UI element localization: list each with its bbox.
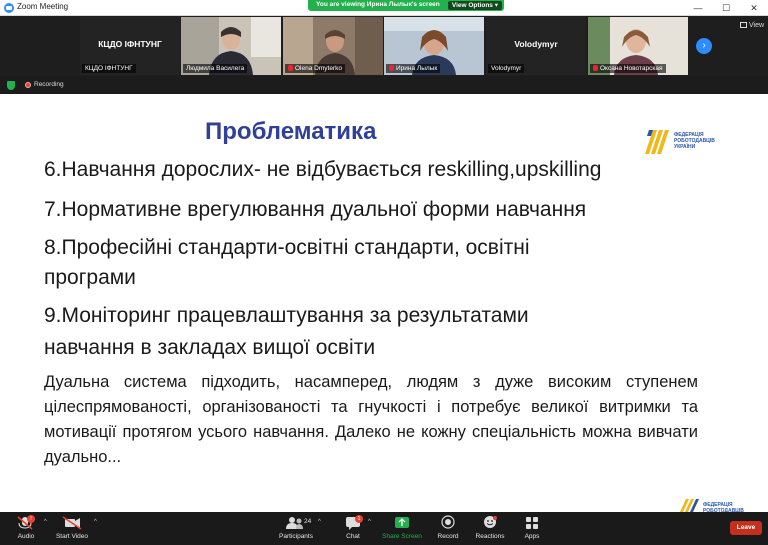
shared-screen-slide: Проблематика ФЕДЕРАЦІЯ РОБОТОДАВЦІВ УКРА…	[0, 94, 768, 514]
slide-item-9-continued: навчання в закладах вищої освіти	[44, 336, 376, 359]
share-screen-icon	[395, 517, 409, 528]
participants-options-caret-icon[interactable]: ^	[318, 519, 321, 525]
participants-count: 24	[304, 518, 312, 525]
participant-tile-active-speaker[interactable]: Людмила Василега	[181, 17, 281, 75]
audio-badge: !	[27, 515, 35, 523]
federation-logo-icon	[645, 130, 669, 154]
participant-display-name: КЦДО ІФНТУНГ	[98, 39, 162, 49]
minimize-icon[interactable]: —	[684, 0, 712, 16]
video-options-caret-icon[interactable]: ^	[94, 519, 97, 525]
participant-label: КЦДО ІФНТУНГ	[82, 64, 136, 73]
participant-label: Ирина Лылык	[386, 64, 441, 73]
participants-icon	[286, 517, 303, 529]
share-screen-button[interactable]: Share Screen	[376, 515, 428, 540]
slide-item-8-continued: програми	[44, 266, 136, 289]
participant-tile[interactable]: Volodymyr Volodymyr	[486, 17, 586, 75]
federation-footer-logo-icon	[680, 499, 699, 512]
leave-button[interactable]: Leave	[730, 521, 762, 535]
meeting-toolbar: ! Audio ^ Start Video ^ 24 Participants …	[0, 512, 768, 545]
maximize-icon[interactable]: ☐	[712, 0, 740, 16]
participant-display-name: Volodymyr	[514, 39, 558, 49]
slide-title: Проблематика	[205, 118, 377, 145]
slide-item-6: 6.Навчання дорослих- не відбувається res…	[44, 158, 602, 181]
participant-label: Оксана Новотарская	[590, 64, 666, 73]
muted-mic-icon	[593, 65, 598, 71]
recording-icon	[25, 82, 31, 88]
video-off-icon	[62, 516, 82, 530]
apps-button[interactable]: Apps	[506, 515, 558, 540]
window-title: Zoom Meeting	[17, 2, 69, 11]
slide-item-9: 9.Моніторинг працевлаштування за результ…	[44, 304, 529, 327]
slide-item-8: 8.Професійні стандарти-освітні стандарти…	[44, 236, 530, 259]
view-button[interactable]: View	[740, 22, 764, 29]
participant-label: Olena Dmyterko	[285, 64, 345, 73]
participant-gallery: КЦДО ІФНТУНГ КЦДО ІФНТУНГ Людмила Василе…	[0, 16, 768, 76]
muted-mic-icon	[288, 65, 293, 71]
muted-mic-icon	[389, 65, 394, 71]
participant-tile[interactable]: Оксана Новотарская	[588, 17, 688, 75]
shield-check-icon[interactable]	[7, 81, 15, 90]
screen-share-banner: You are viewing Ирина Лылык's screen Vie…	[308, 0, 504, 11]
slide-item-7: 7.Нормативне врегулювання дуальної форми…	[44, 198, 587, 221]
start-video-button[interactable]: Start Video	[46, 515, 98, 540]
zoom-logo-icon	[4, 3, 14, 13]
zoom-meeting-window: Zoom Meeting — ☐ ✕ You are viewing Ирина…	[0, 0, 768, 545]
participant-label: Людмила Василега	[183, 64, 248, 73]
participant-tile[interactable]: КЦДО ІФНТУНГ КЦДО ІФНТУНГ	[80, 17, 180, 75]
recording-label[interactable]: Recording	[34, 81, 64, 88]
apps-icon	[526, 517, 538, 529]
participant-label: Volodymyr	[488, 64, 525, 73]
federation-logo-text: ФЕДЕРАЦІЯ РОБОТОДАВЦІВ УКРАЇНИ	[674, 132, 715, 150]
chat-unread-badge: 1	[355, 515, 363, 523]
participant-tile[interactable]: Ирина Лылык	[384, 17, 484, 75]
viewing-screen-message: You are viewing Ирина Лылык's screen	[316, 1, 440, 8]
meeting-status-row: Recording	[0, 78, 768, 92]
chat-icon	[346, 517, 360, 530]
view-options-button[interactable]: View Options ▾	[447, 1, 502, 10]
next-page-chevron-icon[interactable]: ›	[696, 38, 712, 54]
close-icon[interactable]: ✕	[740, 0, 768, 16]
participants-button[interactable]: 24 Participants	[270, 515, 322, 540]
slide-paragraph: Дуальна система підходить, насамперед, л…	[44, 373, 698, 466]
chat-options-caret-icon[interactable]: ^	[368, 519, 371, 525]
chat-button[interactable]: 1 Chat	[327, 515, 379, 540]
participant-tile[interactable]: Olena Dmyterko	[283, 17, 383, 75]
gallery-view-icon	[740, 22, 747, 28]
